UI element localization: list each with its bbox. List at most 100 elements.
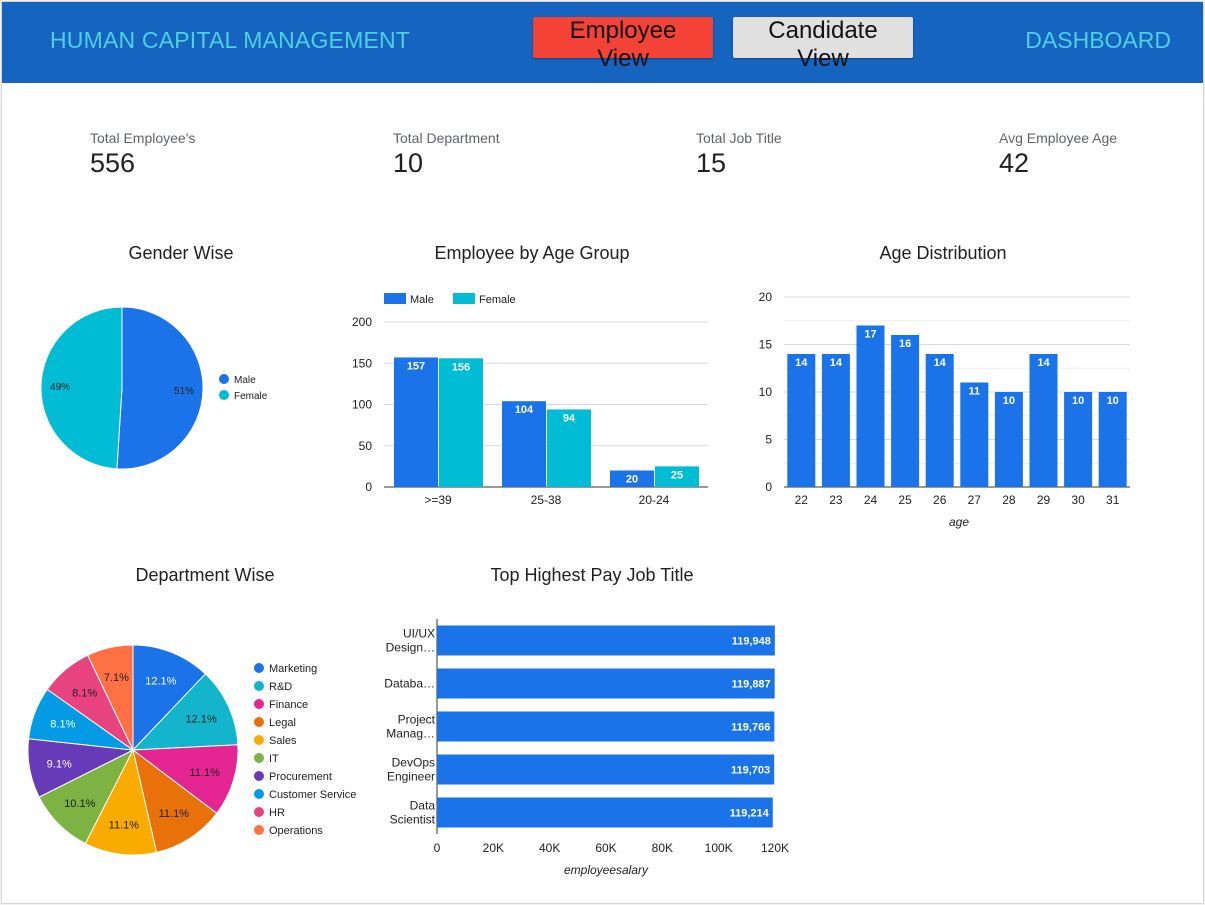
age-group-ytick: 0 — [365, 480, 372, 494]
department-legend-label: Sales — [269, 735, 297, 747]
age-group-bar-label: 25 — [671, 469, 683, 481]
age-group-bar-label: 104 — [515, 404, 534, 416]
top-pay-bar-label: 119,703 — [731, 765, 770, 777]
top-pay-ytick: Databa… — [384, 677, 435, 691]
age-dist-bar-label: 10 — [1072, 395, 1084, 407]
top-pay-ytick: Engineer — [387, 770, 435, 784]
age-dist-bar-label: 14 — [795, 357, 808, 369]
department-slice-label: 12.1% — [145, 675, 176, 687]
top-pay-bar — [437, 797, 773, 828]
age-dist-ytick: 0 — [765, 480, 772, 494]
age-group-ytick: 150 — [352, 356, 372, 370]
age-dist-xtick: 24 — [864, 493, 878, 507]
department-legend-label: Operations — [269, 825, 323, 837]
department-slice-label: 8.1% — [50, 718, 75, 730]
gender-legend-dot — [219, 374, 229, 384]
age-dist-xlabel: age — [949, 515, 969, 529]
top-pay-bar — [437, 625, 775, 656]
age-dist-xtick: 22 — [795, 493, 809, 507]
age-dist-bar-label: 14 — [1037, 357, 1050, 369]
age-dist-bar-label: 14 — [934, 357, 947, 369]
age-group-bar-label: 156 — [452, 361, 470, 373]
top-pay-xtick: 40K — [539, 841, 560, 855]
top-pay-ytick: Project — [398, 713, 436, 727]
gender-legend-label: Male — [234, 375, 256, 386]
age-dist-ytick: 20 — [759, 290, 773, 304]
age-group-bar — [439, 358, 483, 487]
age-group-legend-swatch — [384, 293, 406, 304]
department-legend-label: Procurement — [269, 771, 332, 783]
top-pay-xtick: 0 — [434, 841, 441, 855]
age-dist-bar — [925, 354, 954, 487]
department-legend-dot — [254, 771, 264, 781]
age-dist-ytick: 5 — [765, 433, 772, 447]
department-legend-dot — [254, 825, 264, 835]
age-group-bar-label: 20 — [626, 474, 638, 486]
top-pay-ytick: Data — [410, 799, 436, 813]
department-legend-dot — [254, 807, 264, 817]
age-dist-ytick: 15 — [759, 338, 773, 352]
age-group-xtick: 25-38 — [531, 493, 562, 507]
age-dist-xtick: 25 — [898, 493, 912, 507]
department-slice-label: 9.1% — [47, 758, 72, 770]
age-group-bar-label: 157 — [407, 360, 425, 372]
age-dist-bar-label: 16 — [899, 338, 911, 350]
age-dist-xtick: 31 — [1106, 493, 1120, 507]
department-legend-label: IT — [269, 753, 279, 765]
department-slice-label: 11.1% — [159, 808, 190, 820]
age-group-xtick: >=39 — [424, 493, 452, 507]
age-dist-bar-label: 17 — [864, 329, 876, 341]
age-group-ytick: 200 — [352, 315, 372, 329]
department-slice-label: 8.1% — [72, 688, 97, 700]
top-pay-xlabel: employeesalary — [564, 863, 649, 877]
department-slice-label: 12.1% — [186, 714, 217, 726]
top-pay-ytick: Design… — [386, 641, 435, 655]
age-dist-xtick: 29 — [1037, 493, 1051, 507]
age-dist-bar — [821, 354, 850, 487]
gender-legend-label: Female — [234, 391, 268, 402]
department-slice-label: 7.1% — [104, 672, 129, 684]
top-pay-xtick: 60K — [595, 841, 616, 855]
gender-slice-label: 49% — [50, 382, 70, 393]
age-dist-bar — [787, 354, 816, 487]
age-group-legend-swatch — [453, 293, 475, 304]
department-legend-dot — [254, 735, 264, 745]
department-legend-dot — [254, 717, 264, 727]
top-pay-xtick: 80K — [652, 841, 673, 855]
age-group-ytick: 50 — [359, 439, 373, 453]
department-legend-dot — [254, 663, 264, 673]
top-pay-ytick: Scientist — [390, 813, 436, 827]
top-pay-xtick: 20K — [483, 841, 504, 855]
age-dist-bar — [856, 325, 885, 487]
age-dist-bar-label: 10 — [1003, 395, 1015, 407]
age-group-xtick: 20-24 — [639, 493, 670, 507]
top-pay-ytick: UI/UX — [403, 627, 435, 641]
top-pay-bar-label: 119,887 — [732, 679, 771, 691]
gender-pie-chart: 51% 49% Male Female 12.1% 12.1% 11.1% 11.1% 11.1… — [27, 290, 1130, 877]
top-pay-bar — [437, 711, 775, 742]
age-dist-bar — [960, 382, 989, 487]
department-legend-label: R&D — [269, 681, 292, 693]
top-pay-bar-label: 119,214 — [730, 808, 770, 820]
age-dist-bar — [891, 335, 920, 487]
gender-slice-label: 51% — [174, 386, 194, 397]
top-pay-ytick: Manag… — [386, 727, 435, 741]
department-slice-label: 11.1% — [109, 819, 140, 831]
age-dist-xtick: 23 — [829, 493, 843, 507]
age-dist-xtick: 28 — [1002, 493, 1016, 507]
top-pay-xtick: 120K — [761, 841, 789, 855]
age-dist-xtick: 30 — [1071, 493, 1085, 507]
dashboard-frame: HUMAN CAPITAL MANAGEMENT Employee View C… — [1, 1, 1204, 904]
top-pay-bar — [437, 668, 775, 699]
top-pay-bar-label: 119,948 — [732, 636, 771, 648]
age-dist-bar — [1029, 354, 1058, 487]
age-dist-bar-label: 11 — [968, 386, 980, 398]
age-group-bar-label: 94 — [563, 412, 576, 424]
department-legend-dot — [254, 681, 264, 691]
department-legend-label: HR — [269, 807, 285, 819]
age-group-bar — [394, 357, 438, 487]
department-legend-dot — [254, 789, 264, 799]
top-pay-bar-label: 119,766 — [731, 722, 770, 734]
department-legend-dot — [254, 699, 264, 709]
gender-legend-dot — [219, 390, 229, 400]
